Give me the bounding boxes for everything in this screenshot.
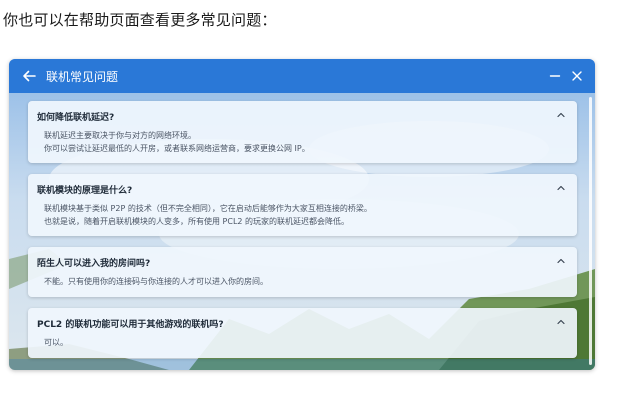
faq-item[interactable]: 如何降低联机延迟? 联机延迟主要取决于你与对方的网络环境。 你可以尝试让延迟最低… bbox=[28, 101, 577, 163]
faq-answer: 联机模块基于类似 P2P 的技术（但不完全相同），它在启动后能够作为大家互相连接… bbox=[44, 202, 372, 228]
minimize-button[interactable] bbox=[545, 66, 565, 86]
faq-question: 如何降低联机延迟? bbox=[37, 113, 115, 123]
answer-line: 联机模块基于类似 P2P 的技术（但不完全相同），它在启动后能够作为大家互相连接… bbox=[44, 204, 372, 213]
chevron-up-icon[interactable] bbox=[555, 255, 567, 267]
close-icon bbox=[572, 71, 582, 81]
answer-line: 联机延迟主要取决于你与对方的网络环境。 bbox=[44, 131, 196, 140]
faq-answer: 不能。只有使用你的连接码与你连接的人才可以进入你的房间。 bbox=[44, 275, 268, 288]
answer-line: 也就是说，随着开启联机模块的人变多，所有使用 PCL2 的玩家的联机延迟都会降低… bbox=[44, 217, 350, 226]
faq-item[interactable]: PCL2 的联机功能可以用于其他游戏的联机吗? 可以。 bbox=[28, 308, 577, 358]
faq-question: PCL2 的联机功能可以用于其他游戏的联机吗? bbox=[37, 320, 224, 330]
faq-item[interactable]: 陌生人可以进入我的房间吗? 不能。只有使用你的连接码与你连接的人才可以进入你的房… bbox=[28, 247, 577, 297]
arrow-left-icon bbox=[23, 70, 36, 82]
chevron-up-icon[interactable] bbox=[555, 109, 567, 121]
answer-line: 不能。只有使用你的连接码与你连接的人才可以进入你的房间。 bbox=[44, 277, 268, 286]
answer-line: 你可以尝试让延迟最低的人开房，或者联系网络运营商，要求更换公网 IP。 bbox=[44, 144, 310, 153]
faq-item[interactable]: 联机模块的原理是什么? 联机模块基于类似 P2P 的技术（但不完全相同），它在启… bbox=[28, 174, 577, 236]
faq-answer: 联机延迟主要取决于你与对方的网络环境。 你可以尝试让延迟最低的人开房，或者联系网… bbox=[44, 129, 310, 155]
faq-answer: 可以。 bbox=[44, 336, 68, 349]
window-title: 联机常见问题 bbox=[46, 69, 119, 84]
faq-question: 联机模块的原理是什么? bbox=[37, 186, 133, 196]
back-button[interactable] bbox=[18, 65, 40, 87]
title-bar: 联机常见问题 bbox=[9, 59, 595, 93]
answer-line: 可以。 bbox=[44, 338, 68, 347]
scrollbar[interactable] bbox=[589, 97, 592, 365]
chevron-up-icon[interactable] bbox=[555, 316, 567, 328]
minimize-icon bbox=[549, 75, 561, 77]
chevron-up-icon[interactable] bbox=[555, 182, 567, 194]
close-button[interactable] bbox=[567, 66, 587, 86]
intro-text: 你也可以在帮助页面查看更多常见问题： bbox=[3, 11, 277, 29]
faq-window: 联机常见问题 如何降低联机延迟? 联机延迟主要取决于你与对方的网络环境。 你可以… bbox=[9, 59, 595, 370]
faq-question: 陌生人可以进入我的房间吗? bbox=[37, 259, 151, 269]
